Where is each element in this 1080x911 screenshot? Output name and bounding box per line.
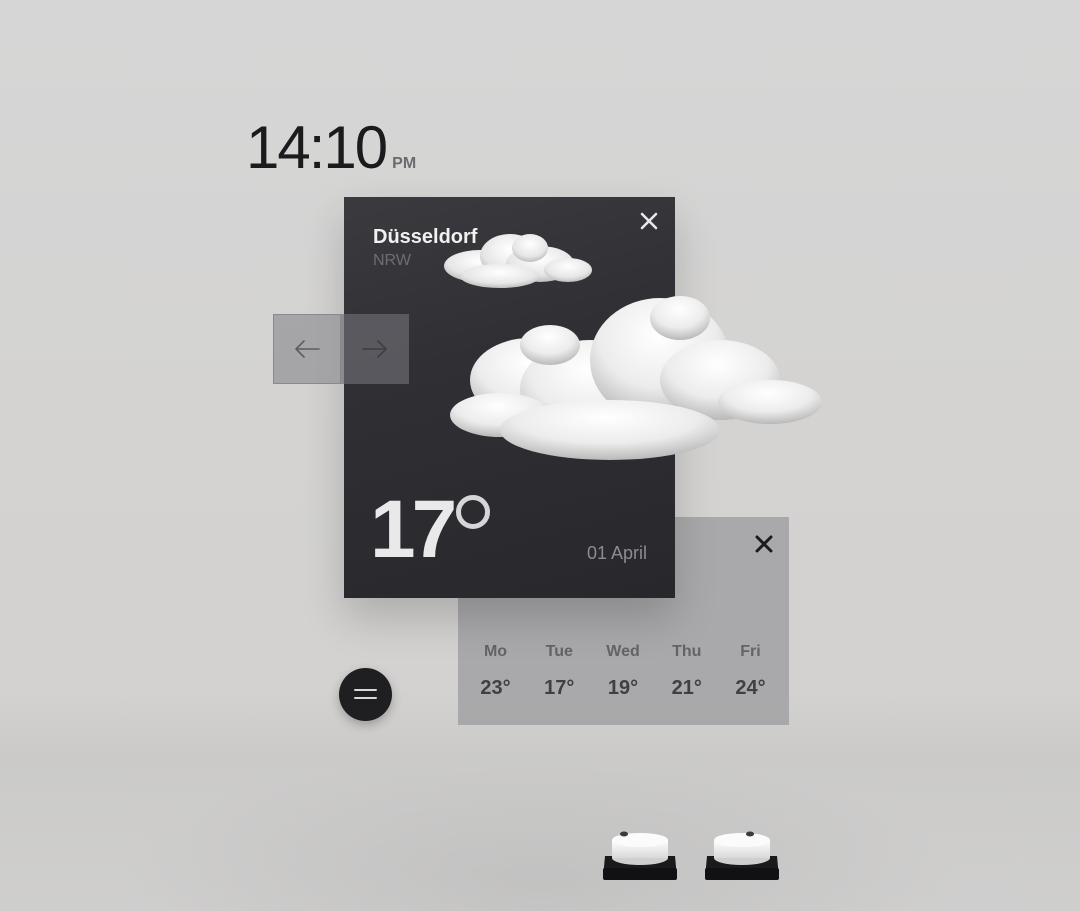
forecast-day-label: Fri	[740, 643, 761, 660]
forecast-day-temp: 19°	[607, 677, 639, 699]
forecast-row: Mo 23° Tue 17° Wed 19° Thu 21° Fri 24°	[464, 643, 782, 700]
forecast-day-temp: 21°	[671, 677, 702, 699]
menu-button[interactable]	[339, 668, 392, 721]
forecast-day-item: Thu 21°	[655, 643, 718, 700]
forecast-day-item: Mo 23°	[464, 643, 527, 700]
card-navigation	[273, 314, 409, 384]
forecast-day-label: Mo	[483, 643, 508, 660]
forecast-day-item: Tue 17°	[528, 643, 591, 700]
forecast-day-item: Wed 19°	[592, 643, 655, 700]
clock-time: 14:10	[246, 114, 388, 181]
cloud-icon	[450, 296, 822, 460]
next-button[interactable]	[341, 314, 409, 384]
forecast-day-label: Wed	[606, 643, 640, 660]
push-button-left[interactable]	[601, 826, 679, 882]
cloud-icon	[444, 234, 592, 288]
current-temperature: 17	[370, 484, 457, 575]
forecast-day-label: Tue	[545, 643, 573, 660]
clock-period: PM	[392, 155, 417, 172]
forecast-day-item: Fri 24°	[719, 643, 782, 700]
hamburger-icon	[354, 689, 377, 691]
region-name: NRW	[373, 252, 411, 269]
push-button-right[interactable]	[703, 826, 781, 882]
close-icon[interactable]	[753, 533, 775, 555]
previous-button[interactable]	[273, 314, 341, 384]
forecast-day-temp: 17°	[544, 677, 575, 699]
clock: 14:10 PM	[246, 118, 416, 178]
close-icon[interactable]	[637, 209, 661, 233]
forecast-day-temp: 23°	[480, 677, 511, 699]
forecast-day-label: Thu	[672, 643, 702, 660]
hamburger-icon	[354, 697, 377, 699]
forecast-day-temp: 24°	[735, 677, 766, 699]
degree-symbol-icon	[456, 495, 490, 529]
current-date: 01 April	[586, 543, 647, 563]
arrow-left-icon	[295, 340, 320, 358]
arrow-right-icon	[362, 340, 387, 358]
